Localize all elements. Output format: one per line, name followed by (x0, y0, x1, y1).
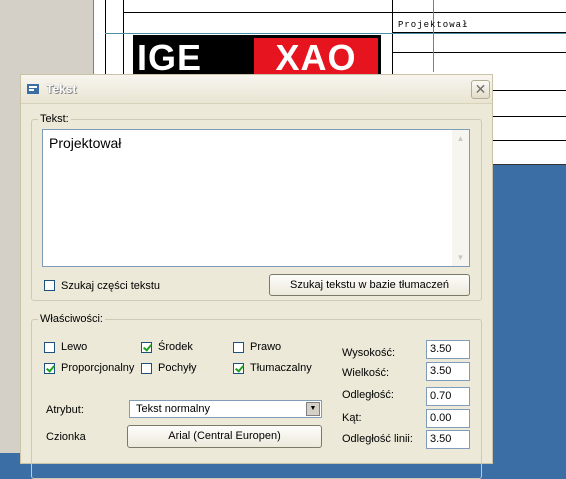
height-label: Wysokość: (342, 347, 396, 359)
scroll-up-icon[interactable]: ▲ (453, 131, 468, 146)
properties-group-legend: Właściwości: (38, 313, 105, 325)
checkbox-center-label: Środek (158, 341, 193, 353)
text-group-legend: Tekst: (38, 113, 71, 125)
checkbox-center[interactable] (141, 342, 152, 353)
text-dialog: Tekst ✕ Tekst: Projektował ▲ ▼ Szukaj cz… (20, 74, 493, 479)
checkbox-proportional-label: Proporcjonalny (61, 362, 135, 374)
checkbox-translatable-label: Tłumaczalny (250, 362, 312, 374)
font-button[interactable]: Arial (Central Europen) (127, 425, 322, 448)
height-field[interactable]: 3.50 (426, 340, 470, 359)
search-translation-db-button[interactable]: Szukaj tekstu w bazie tłumaczeń (269, 274, 470, 296)
checkbox-left[interactable] (44, 342, 55, 353)
checkbox-proportional[interactable] (44, 363, 55, 374)
text-input[interactable]: Projektował ▲ ▼ (42, 129, 470, 267)
app-icon (27, 84, 39, 94)
line-spacing-label: Odległość linii: (342, 433, 413, 445)
attribute-select[interactable]: Tekst normalny ▼ (129, 400, 322, 418)
checkbox-italic[interactable] (141, 363, 152, 374)
scroll-down-icon[interactable]: ▼ (453, 250, 468, 265)
line-spacing-field[interactable]: 3.50 (426, 430, 470, 449)
checkbox-translatable[interactable] (233, 363, 244, 374)
text-scrollbar[interactable]: ▲ ▼ (452, 130, 469, 266)
close-button[interactable]: ✕ (471, 80, 490, 99)
size-label: Wielkość: (342, 367, 390, 379)
dialog-titlebar[interactable]: Tekst ✕ (21, 75, 492, 104)
text-input-value: Projektował (49, 135, 122, 151)
checkbox-left-label: Lewo (61, 341, 88, 353)
size-field[interactable]: 3.50 (426, 362, 470, 381)
attribute-label: Atrybut: (46, 404, 84, 416)
spacing-label: Odległość: (342, 389, 394, 401)
title-block-label: Projektował (398, 20, 469, 30)
logo-text-left: IGE (137, 37, 203, 78)
close-icon: ✕ (474, 81, 487, 97)
checkbox-right-label: Prawo (250, 341, 282, 353)
dialog-title: Tekst (46, 82, 77, 96)
attribute-select-value: Tekst normalny (136, 403, 210, 415)
chevron-down-icon[interactable]: ▼ (306, 402, 320, 416)
checkbox-italic-label: Pochyły (158, 362, 197, 374)
crosshair-h (105, 33, 566, 34)
crosshair-v (433, 0, 434, 72)
angle-field[interactable]: 0.00 (426, 409, 470, 428)
spacing-field[interactable]: 0.70 (426, 387, 470, 406)
font-label: Czionka (46, 431, 86, 443)
checkbox-right[interactable] (233, 342, 244, 353)
search-part-label: Szukaj części tekstu (61, 280, 161, 292)
search-part-checkbox[interactable] (44, 280, 55, 291)
desktop-background (493, 165, 566, 453)
angle-label: Kąt: (342, 412, 362, 424)
logo-text-right: XAO (254, 38, 378, 78)
